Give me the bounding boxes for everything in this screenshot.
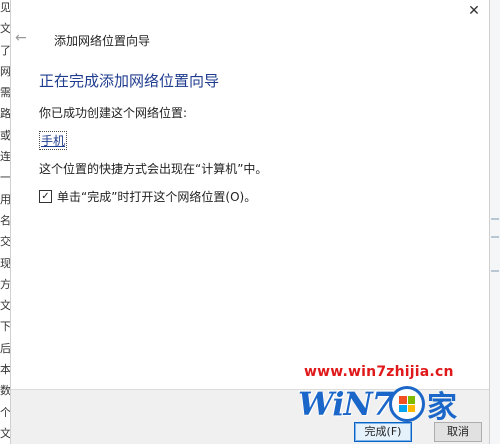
bg-char: 下 [0, 320, 11, 334]
bg-char: 文 [0, 299, 11, 313]
watermark-logo: WiN7 家 [298, 384, 458, 425]
bg-mark [491, 270, 499, 272]
created-text: 你已成功创建这个网络位置: [39, 106, 188, 120]
finish-button[interactable]: 完成(F) [354, 422, 412, 442]
close-icon[interactable]: ✕ [467, 4, 481, 18]
bg-char: 路 [0, 107, 11, 121]
watermark-brand: WiN7 [298, 385, 394, 423]
bg-char: 网 [0, 64, 11, 78]
bg-char: 见 [0, 1, 11, 14]
bg-char: 用 [0, 192, 11, 206]
bg-char: 或 [0, 128, 11, 142]
checkmark-icon: ✓ [41, 190, 50, 202]
open-location-option[interactable]: ✓ 单击“完成”时打开这个网络位置(O)。 [39, 188, 256, 205]
bg-char: 名 [0, 213, 11, 227]
shortcut-info-text: 这个位置的快捷方式会出现在“计算机”中。 [39, 162, 268, 176]
page-heading: 正在完成添加网络位置向导 [39, 72, 220, 90]
back-arrow-icon[interactable]: ← [15, 30, 27, 46]
wizard-title: 添加网络位置向导 [54, 34, 151, 48]
bg-mark [491, 236, 499, 238]
network-location-name-link[interactable]: 手机 [39, 131, 68, 150]
background-window-right-strip [489, 0, 500, 444]
watermark-suffix: 家 [427, 390, 458, 425]
bg-char: 文 [0, 22, 11, 36]
bg-char: 数 [0, 384, 11, 398]
bg-char: 现 [0, 256, 11, 270]
bg-char: 方 [0, 277, 11, 291]
open-location-checkbox[interactable]: ✓ [39, 190, 52, 203]
bg-mark [491, 218, 499, 220]
bg-char: 文 [0, 426, 11, 440]
watermark-url: www.win7zhijia.cn [304, 364, 454, 380]
bg-char: 连 [0, 150, 11, 164]
bg-char: 需 [0, 86, 11, 100]
bg-char: 本 [0, 363, 11, 377]
open-location-checkbox-label: 单击“完成”时打开这个网络位置(O)。 [57, 190, 257, 204]
bg-char: 交 [0, 235, 11, 249]
bg-char: 了 [0, 43, 11, 57]
bg-char: 后 [0, 341, 11, 355]
bg-char: 一 [0, 171, 11, 185]
windows-flag-icon [389, 386, 426, 422]
bg-char: 个 [0, 405, 11, 419]
